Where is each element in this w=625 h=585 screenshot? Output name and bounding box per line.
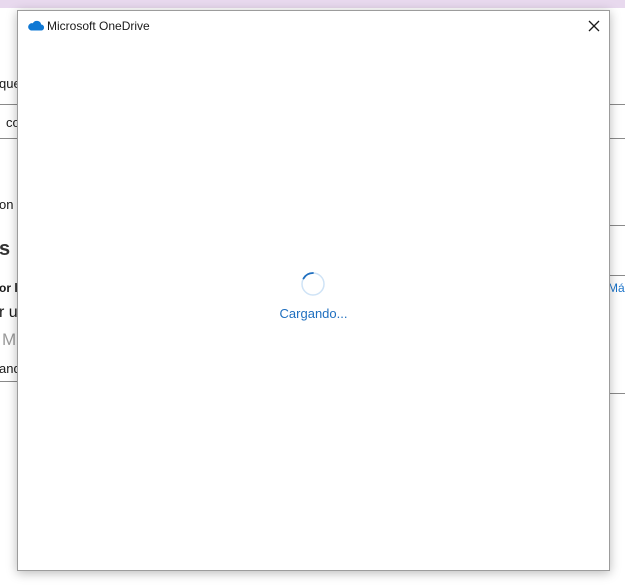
onedrive-dialog: Microsoft OneDrive Cargando... [17,10,610,571]
dialog-titlebar: Microsoft OneDrive [18,11,609,41]
close-button[interactable] [583,15,605,37]
background-heading-fragment: s [0,238,11,260]
background-window-top-strip [0,0,625,8]
background-divider [608,138,625,139]
background-divider [608,225,625,226]
background-divider [608,275,625,276]
background-divider [0,381,18,382]
background-divider [0,104,18,105]
background-divider [608,393,625,394]
background-divider [0,138,18,139]
onedrive-cloud-icon [28,20,44,31]
loading-spinner-icon [301,272,325,296]
dialog-title: Microsoft OneDrive [47,19,150,33]
background-more-link[interactable]: Más [608,281,625,295]
close-icon [588,20,600,32]
background-divider [608,104,625,105]
background-text-fragment: or l [0,281,18,295]
loading-status-text: Cargando... [279,306,348,321]
